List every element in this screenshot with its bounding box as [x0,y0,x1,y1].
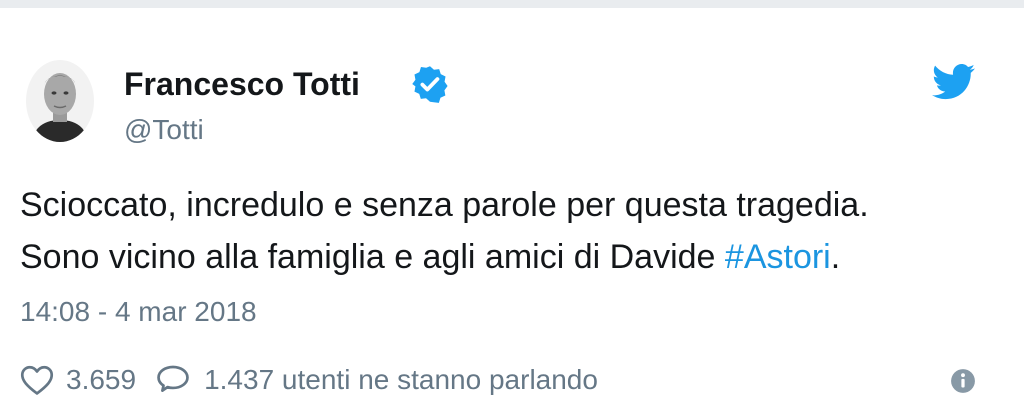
tweet-timestamp[interactable]: 14:08 - 4 mar 2018 [20,296,257,328]
hashtag-link[interactable]: #Astori [725,238,831,276]
twitter-bird-icon[interactable] [932,64,976,100]
top-divider [0,0,1024,8]
tweet-text-line-1: Scioccato, incredulo e senza parole per … [20,186,869,224]
avatar-photo-icon [26,60,94,142]
speech-bubble-icon [157,365,189,392]
reply-count-text: 1.437 utenti ne stanno parlando [204,364,598,395]
tweet-actions: 3.659 1.437 utenti ne stanno parlando [20,360,598,400]
like-count: 3.659 [66,364,137,395]
like-button[interactable]: 3.659 [20,364,136,396]
author-handle[interactable]: @Totti [124,114,204,146]
heart-icon [20,365,54,395]
tweet-text-suffix: . [830,238,841,276]
tweet-text-prefix: Sono vicino alla famiglia e agli amici d… [20,238,725,276]
author-name[interactable]: Francesco Totti [124,66,360,103]
reply-button[interactable]: 1.437 utenti ne stanno parlando [136,364,598,396]
author-avatar[interactable] [26,60,94,142]
verified-badge-icon [412,66,448,103]
tweet-text-line-2: Sono vicino alla famiglia e agli amici d… [20,238,840,277]
info-icon[interactable] [950,368,976,394]
